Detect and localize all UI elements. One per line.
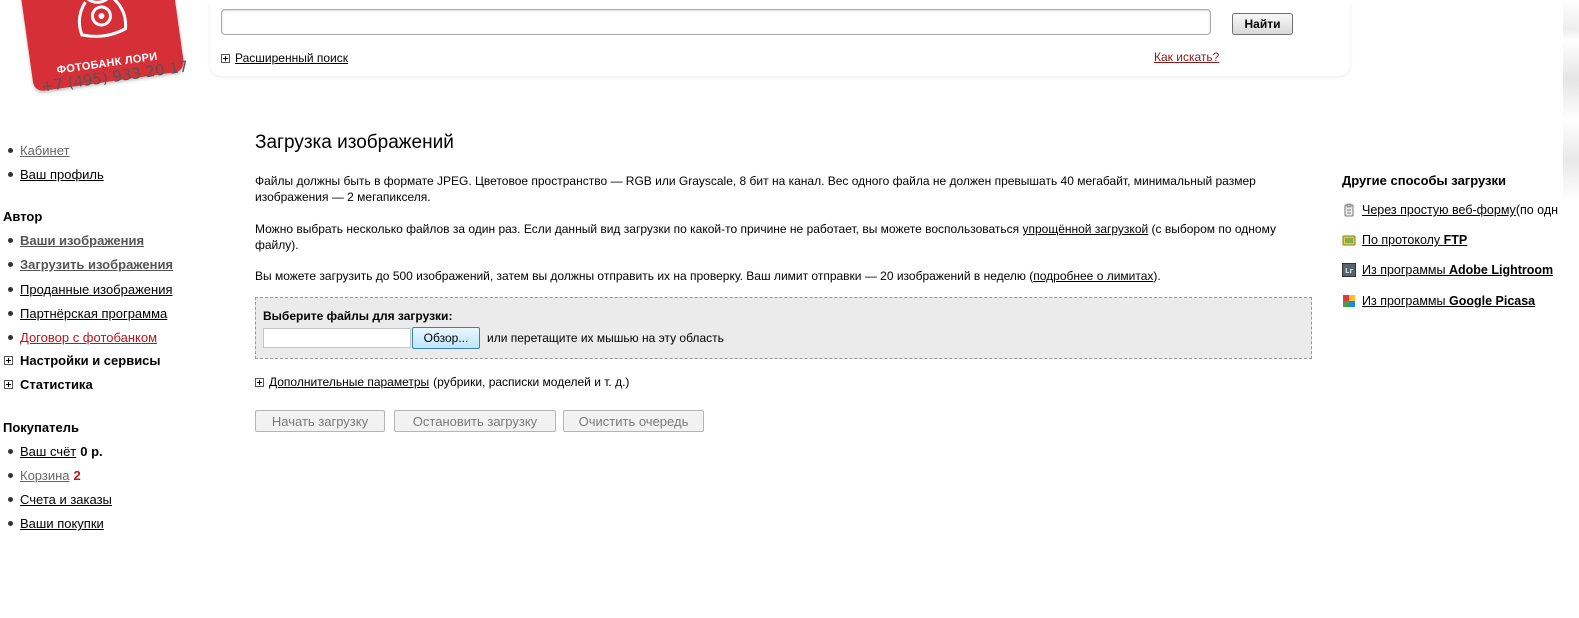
sidebar-link-upload-images[interactable]: Загрузить изображения [20,257,173,272]
limits-details-link[interactable]: подробнее о лимитах [1033,269,1153,283]
picasa-prefix: Из программы [1362,294,1449,308]
bullet-icon [8,311,13,316]
how-to-search-link[interactable]: Как искать? [1154,50,1219,64]
ftp-icon [1342,235,1356,246]
sidebar-heading-author: Автор [3,209,43,224]
advanced-search-toggle[interactable]: Расширенный поиск [221,51,348,65]
sidebar-heading-buyer: Покупатель [3,420,79,435]
ftp-prefix: По протоколу [1362,233,1444,247]
sidebar-link-profile[interactable]: Ваш профиль [20,167,104,182]
account-balance: 0 р. [80,444,103,459]
sidebar-item-account[interactable]: Ваш счёт 0 р. [8,444,103,459]
ftp-link[interactable]: По протоколу FTP [1362,233,1467,247]
lightroom-bold: Adobe Lightroom [1448,263,1554,277]
sidebar-toggle-statistics[interactable]: Статистика [4,377,93,392]
bullet-icon [8,262,13,267]
limit-text: Вы можете загрузить до 500 изображений, … [255,269,1034,283]
bullet-icon [8,148,13,153]
lightroom-link[interactable]: Из программы Adobe Lightroom [1362,263,1553,277]
web-form-link[interactable]: Через простую веб-форму [1362,203,1516,217]
search-button[interactable]: Найти [1232,13,1293,35]
expand-plus-icon[interactable] [4,356,13,365]
bullet-icon [8,473,13,478]
page-title: Загрузка изображений [255,132,454,153]
lemur-mascot-icon [77,0,128,38]
expand-plus-icon[interactable] [4,380,13,389]
sidebar-item-cabinet[interactable]: Кабинет [8,143,69,158]
sidebar-toggle-settings-label[interactable]: Настройки и сервисы [20,353,161,368]
sidebar-item-profile[interactable]: Ваш профиль [8,167,104,182]
other-method-lightroom[interactable]: Lr Из программы Adobe Lightroom [1342,263,1553,277]
sidebar-link-your-images[interactable]: Ваши изображения [20,233,144,248]
bullet-icon [8,172,13,177]
extra-params-note: (рубрики, расписки моделей и т. д.) [433,375,630,389]
picasa-bold: Google Picasa [1448,294,1536,308]
sidebar-item-cart[interactable]: Корзина 2 [8,468,81,483]
other-method-ftp[interactable]: По протоколу FTP [1342,233,1467,247]
page-edge-decoration [1563,0,1579,200]
bullet-icon [8,335,13,340]
sidebar-item-contract[interactable]: Договор с фотобанком [8,330,157,345]
sidebar-item-sold-images[interactable]: Проданные изображения [8,282,173,297]
web-form-note: (по одн [1515,203,1559,217]
picasa-link[interactable]: Из программы Google Picasa [1362,294,1535,308]
bullet-icon [8,449,13,454]
picasa-icon [1343,295,1355,307]
search-panel: Найти Расширенный поиск Как искать? [210,0,1350,76]
lightroom-icon: Lr [1342,263,1356,277]
expand-plus-icon[interactable] [221,53,230,63]
simple-upload-link[interactable]: упрощённой загрузкой [1022,222,1148,236]
sidebar-toggle-statistics-label[interactable]: Статистика [20,377,93,392]
drop-zone-title: Выберите файлы для загрузки: [263,309,453,323]
clear-queue-button[interactable]: Очистить очередь [563,410,704,432]
advanced-search-link[interactable]: Расширенный поиск [235,51,348,65]
extra-params-link[interactable]: Дополнительные параметры [269,375,429,389]
start-upload-button[interactable]: Начать загрузку [255,410,385,432]
bullet-icon [8,287,13,292]
sidebar-item-upload-images[interactable]: Загрузить изображения [8,257,173,272]
sidebar-link-orders[interactable]: Счета и заказы [20,492,112,507]
limit-text-end: ). [1153,269,1161,283]
sidebar-item-purchases[interactable]: Ваши покупки [8,516,104,531]
cart-count-badge: 2 [73,468,81,483]
sidebar-item-your-images[interactable]: Ваши изображения [8,233,144,248]
drop-zone-hint: или перетащите их мышью на эту область [487,331,724,345]
search-input[interactable] [221,9,1211,35]
extra-params-toggle[interactable]: Дополнительные параметры (рубрики, распи… [255,375,629,389]
stop-upload-button[interactable]: Остановить загрузку [394,410,556,432]
sidebar-item-partner-program[interactable]: Партнёрская программа [8,306,167,321]
bullet-icon [8,238,13,243]
lightroom-prefix: Из программы [1362,263,1449,277]
sidebar-link-account[interactable]: Ваш счёт [20,444,76,459]
file-path-field[interactable] [263,328,411,348]
sidebar-link-purchases[interactable]: Ваши покупки [20,516,104,531]
other-methods-title: Другие способы загрузки [1342,173,1506,188]
multi-file-text: Можно выбрать несколько файлов за один р… [255,222,1023,236]
expand-plus-icon[interactable] [255,377,264,387]
sidebar-link-sold-images[interactable]: Проданные изображения [20,282,173,297]
sidebar-toggle-settings[interactable]: Настройки и сервисы [4,353,161,368]
browse-button[interactable]: Обзор... [412,327,480,349]
other-method-web-form[interactable]: Через простую веб-форму (по одн [1342,203,1558,217]
sidebar-item-orders[interactable]: Счета и заказы [8,492,112,507]
sidebar-link-cabinet[interactable]: Кабинет [20,143,69,158]
other-method-picasa[interactable]: Из программы Google Picasa [1342,294,1535,308]
bullet-icon [8,521,13,526]
sidebar-link-cart[interactable]: Корзина [20,468,70,483]
svg-text:Lr: Lr [1345,267,1353,275]
logo[interactable]: ФОТОБАНК ЛОРИ +7 (495) 933 20 17 [0,0,200,112]
sidebar-link-contract[interactable]: Договор с фотобанком [20,330,157,345]
bullet-icon [8,497,13,502]
format-requirements-text: Файлы должны быть в формате JPEG. Цветов… [255,174,1256,204]
file-drop-zone[interactable]: Выберите файлы для загрузки: Обзор... ил… [255,297,1312,359]
sidebar-link-partner-program[interactable]: Партнёрская программа [20,306,167,321]
upload-limit-info: Вы можете загрузить до 500 изображений, … [255,268,1315,284]
multi-file-info: Можно выбрать несколько файлов за один р… [255,221,1315,253]
ftp-bold: FTP [1443,233,1468,247]
web-form-icon [1344,203,1354,217]
